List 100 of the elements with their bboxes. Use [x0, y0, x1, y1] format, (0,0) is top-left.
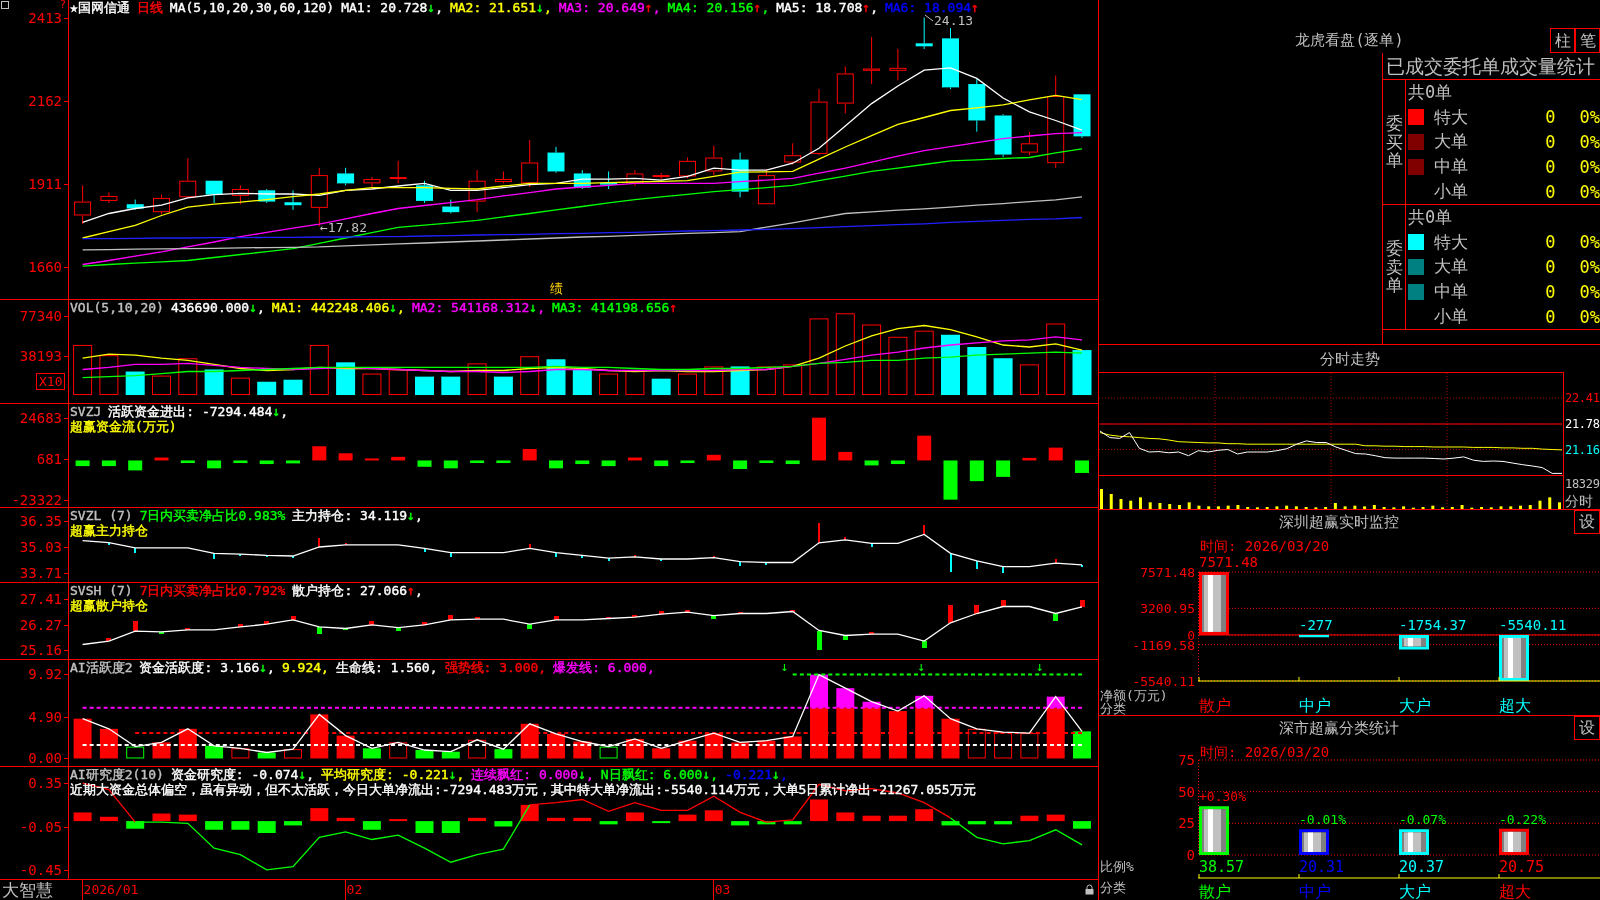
- change-mark: [108, 543, 110, 545]
- category-label: 散户: [1199, 882, 1231, 900]
- axis-tick-label: 35.03: [19, 539, 62, 554]
- trend-arrow: ↓: [702, 767, 711, 782]
- trend-arrow: ↓: [772, 767, 780, 782]
- timestamp-label: 时间: 2026/03/20: [1200, 538, 1330, 554]
- group-label: 委买单: [1385, 113, 1403, 171]
- view-toggle-button[interactable]: 柱: [1550, 28, 1575, 53]
- trend-arrow: ↓: [448, 767, 457, 782]
- order-count: 0: [1545, 156, 1556, 177]
- change-mark: [685, 610, 690, 612]
- order-total: 共0单: [1407, 205, 1453, 229]
- help-mark[interactable]: ?: [59, 0, 66, 10]
- order-count: 0: [1545, 281, 1556, 302]
- change-mark: [317, 627, 322, 634]
- candlestick: [626, 169, 644, 187]
- comma-separator: ,: [267, 660, 275, 675]
- legend-text: AI活跃度2: [70, 660, 133, 675]
- candlestick: [153, 194, 170, 215]
- trend-arrow: ↑: [971, 0, 979, 15]
- axis-tick-label: 22.41: [1565, 391, 1600, 406]
- trend-arrow: ↓: [536, 0, 544, 15]
- axis-tick-label: 3200.95: [1140, 601, 1195, 617]
- trend-arrow: ↓: [427, 0, 436, 15]
- candlestick: [1020, 131, 1038, 156]
- volume-bar: [1158, 503, 1162, 509]
- volume-bar: [1558, 502, 1561, 509]
- price-label: 24.13: [934, 13, 974, 28]
- legend-text: 9.924,: [281, 660, 329, 675]
- candlestick: [100, 191, 118, 204]
- candlestick: [468, 169, 486, 213]
- legend-text: SVSH (7): [70, 583, 133, 598]
- change-label: -0.07%: [1399, 812, 1446, 828]
- order-size-label: 大单: [1434, 130, 1468, 154]
- comma-separator: ,: [456, 767, 465, 782]
- candlestick: [494, 170, 512, 184]
- order-percent: 0%: [1579, 232, 1600, 253]
- axis-title: 净额(万元): [1100, 688, 1168, 703]
- volume-bar: [1139, 497, 1142, 509]
- change-mark: [869, 632, 874, 634]
- settings-button[interactable]: 设: [1574, 510, 1600, 534]
- candlestick: [1073, 94, 1091, 139]
- legend-text: 连续飘红: 0.000: [471, 767, 579, 782]
- volume-bar: [1100, 489, 1103, 509]
- comma-separator: ,: [257, 300, 265, 315]
- change-mark: [976, 561, 978, 569]
- volume-bar: [1363, 506, 1367, 509]
- candlestick: [521, 139, 539, 188]
- change-mark: [738, 612, 743, 614]
- panel-title: 分时走势: [1319, 349, 1380, 368]
- legend-text: N日飘红: 6.000: [600, 767, 703, 782]
- comma-separator: ,: [652, 0, 661, 15]
- candlestick: [573, 169, 591, 190]
- change-mark: [659, 611, 664, 614]
- order-count: 0: [1545, 257, 1556, 277]
- axis-tick-label: 38193: [19, 349, 62, 363]
- legend-text: MA4: 20.156: [667, 0, 754, 15]
- legend-text: ★国网信通: [70, 0, 130, 15]
- comma-separator: ,: [306, 767, 315, 782]
- volume-bar: [1119, 499, 1123, 509]
- legend-text: 生命线: 1.560,: [335, 660, 438, 675]
- volume-bar: [1226, 505, 1230, 509]
- legend-text: 超赢主力持仓: [70, 523, 148, 538]
- change-mark: [396, 628, 401, 631]
- axis-tick-label: 75: [1178, 752, 1195, 768]
- legend-text: 爆发线: 6.000,: [553, 660, 655, 675]
- comma-separator: ,: [870, 0, 878, 15]
- volume-bar: [1343, 506, 1347, 509]
- change-mark: [213, 553, 215, 559]
- trend-arrow: ↓: [578, 767, 586, 782]
- legend-text: -0.221: [725, 767, 773, 782]
- view-toggle-button[interactable]: 笔: [1575, 28, 1600, 53]
- change-mark: [713, 556, 715, 558]
- date-label: 03: [714, 882, 731, 898]
- legend-text: 超赢资金流(万元): [70, 419, 177, 434]
- settings-button[interactable]: 设: [1574, 716, 1600, 740]
- candlestick: [836, 66, 854, 114]
- axis-tick-label: 25.16: [19, 642, 62, 657]
- change-mark: [923, 525, 925, 534]
- volume-bar: [1109, 494, 1113, 509]
- change-label: -0.01%: [1299, 812, 1346, 828]
- candlestick: [731, 152, 749, 198]
- axis-tick-label: 7571.48: [1140, 565, 1195, 580]
- category-label: 大户: [1399, 696, 1431, 715]
- order-percent: 0%: [1579, 107, 1600, 128]
- volume-bar: [1402, 506, 1406, 509]
- order-size-label: 中单: [1434, 155, 1468, 179]
- candlestick: [942, 27, 959, 90]
- change-mark: [634, 555, 636, 557]
- order-percent: 0%: [1579, 306, 1600, 327]
- candlestick: [363, 176, 381, 190]
- change-mark: [369, 621, 374, 625]
- axis-tick-label: 0: [1186, 847, 1195, 863]
- change-mark: [632, 615, 637, 617]
- comma-separator: ,: [435, 0, 443, 15]
- change-mark: [448, 615, 453, 620]
- change-mark: [871, 543, 873, 547]
- price-label: ←17.82: [320, 220, 367, 235]
- change-mark: [555, 553, 557, 557]
- comma-separator: ,: [761, 0, 770, 15]
